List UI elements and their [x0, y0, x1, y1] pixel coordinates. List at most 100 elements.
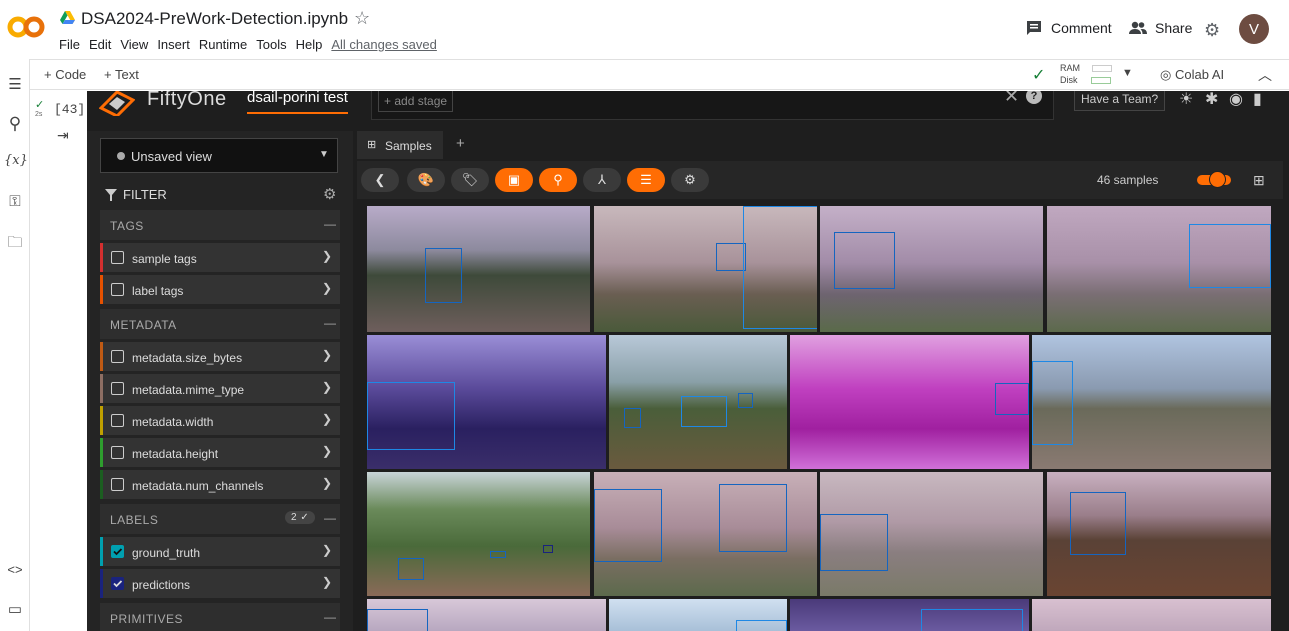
sample-tile[interactable]	[367, 206, 590, 332]
settings-gear-icon[interactable]: ⚙	[671, 168, 709, 192]
add-code-button[interactable]: + Code	[44, 67, 86, 82]
slack-icon[interactable]: ✱	[1205, 91, 1218, 109]
key-icon[interactable]: ⚿	[4, 193, 26, 210]
add-panel-plus-icon[interactable]: +	[456, 135, 465, 152]
add-text-button[interactable]: + Text	[104, 67, 139, 82]
cell-exec-count[interactable]: [43]	[54, 102, 85, 117]
fiftyone-logo[interactable]	[99, 91, 135, 116]
chevron-down-icon[interactable]: ❯	[322, 281, 332, 295]
view-bar[interactable]: + add stage ✕ ?	[371, 91, 1054, 120]
chevron-down-icon[interactable]: ❯	[322, 444, 332, 458]
sample-tile[interactable]	[367, 335, 606, 469]
checkbox-checked[interactable]	[111, 577, 124, 590]
terminal-icon[interactable]: ▭	[4, 600, 26, 618]
sample-tile[interactable]	[790, 599, 1029, 631]
group-primitives[interactable]: PRIMITIVES —	[100, 603, 340, 631]
tab-samples[interactable]: ⊞ Samples	[357, 131, 443, 159]
labels-count-badge[interactable]: 2 ✓	[285, 511, 316, 524]
checkbox[interactable]	[111, 414, 124, 427]
checkbox[interactable]	[111, 251, 124, 264]
colab-ai-button[interactable]: ◎ Colab AI	[1160, 67, 1224, 83]
colab-logo[interactable]	[7, 15, 45, 39]
group-metadata[interactable]: METADATA —	[100, 309, 340, 339]
field-row-width[interactable]: metadata.width ❯	[100, 406, 340, 435]
sample-tile[interactable]	[820, 472, 1043, 596]
menu-runtime[interactable]: Runtime	[199, 37, 247, 52]
runtime-dropdown-icon[interactable]: ▼	[1122, 67, 1133, 79]
merge-split-icon[interactable]: ⅄	[583, 168, 621, 192]
sort-list-icon[interactable]: ☰	[627, 168, 665, 192]
have-a-team-button[interactable]: Have a Team?	[1074, 91, 1166, 111]
field-row-sample-tags[interactable]: sample tags ❯	[100, 243, 340, 272]
checkbox[interactable]	[111, 283, 124, 296]
ram-disk-indicator[interactable]: RAM Disk	[1060, 62, 1112, 86]
filter-settings-gear-icon[interactable]: ⚙	[323, 185, 336, 203]
settings-gear-icon[interactable]: ⚙	[1204, 20, 1220, 41]
github-icon[interactable]: ◉	[1229, 91, 1243, 109]
chevron-down-icon[interactable]: ❯	[322, 348, 332, 362]
collapse-chevron-icon[interactable]: ︿	[1258, 65, 1272, 85]
field-row-mime-type[interactable]: metadata.mime_type ❯	[100, 374, 340, 403]
checkbox[interactable]	[111, 382, 124, 395]
field-row-num-channels[interactable]: metadata.num_channels ❯	[100, 470, 340, 499]
sample-tile[interactable]	[367, 599, 606, 631]
help-icon[interactable]: ?	[1026, 91, 1042, 104]
sample-tile[interactable]	[790, 335, 1029, 469]
code-snippets-icon[interactable]: <>	[4, 562, 26, 577]
sample-tile[interactable]	[1047, 206, 1271, 332]
slider-knob[interactable]	[1209, 171, 1226, 188]
clear-view-close-icon[interactable]: ✕	[1004, 91, 1019, 107]
field-row-predictions[interactable]: predictions ❯	[100, 569, 340, 598]
chevron-down-icon[interactable]: ❯	[322, 412, 332, 426]
group-labels[interactable]: LABELS 2 ✓ —	[100, 504, 340, 534]
sample-tile[interactable]	[820, 206, 1043, 332]
checkbox[interactable]	[111, 446, 124, 459]
save-status[interactable]: All changes saved	[331, 37, 437, 52]
sample-tile[interactable]	[609, 599, 787, 631]
chevron-down-icon[interactable]: ❯	[322, 380, 332, 394]
toc-icon[interactable]: ☰	[4, 75, 26, 93]
chevron-down-icon[interactable]: ❯	[322, 575, 332, 589]
search-icon[interactable]: ⚲	[4, 114, 26, 134]
checkbox[interactable]	[111, 350, 124, 363]
group-tags[interactable]: TAGS —	[100, 210, 340, 240]
menu-view[interactable]: View	[120, 37, 148, 52]
theme-sun-icon[interactable]: ☀	[1179, 91, 1193, 109]
sample-tile[interactable]	[1032, 599, 1271, 631]
patches-icon[interactable]: ▣	[495, 168, 533, 192]
field-row-label-tags[interactable]: label tags ❯	[100, 275, 340, 304]
comment-button[interactable]: Comment	[1026, 20, 1112, 36]
field-row-height[interactable]: metadata.height ❯	[100, 438, 340, 467]
field-row-size-bytes[interactable]: metadata.size_bytes ❯	[100, 342, 340, 371]
sample-tile[interactable]	[1032, 335, 1271, 469]
folder-icon[interactable]: 🗀	[4, 232, 26, 257]
checkbox[interactable]	[111, 478, 124, 491]
dataset-name[interactable]: dsail-porini test	[247, 91, 348, 114]
menu-edit[interactable]: Edit	[89, 37, 111, 52]
collapse-dash-icon[interactable]: —	[324, 217, 337, 231]
grid-view-icon[interactable]: ⊞	[1253, 172, 1265, 189]
google-drive-icon[interactable]	[60, 11, 75, 25]
sample-tile[interactable]	[1047, 472, 1271, 596]
share-button[interactable]: Share	[1129, 20, 1192, 36]
star-icon[interactable]: ☆	[354, 8, 370, 29]
sample-tile[interactable]	[594, 206, 817, 332]
chevron-down-icon[interactable]: ❯	[322, 476, 332, 490]
output-toggle-icon[interactable]: ⇥	[57, 127, 69, 144]
notebook-title[interactable]: DSA2024-PreWork-Detection.ipynb	[81, 9, 348, 29]
color-palette-icon[interactable]: 🎨	[407, 168, 445, 192]
menu-tools[interactable]: Tools	[256, 37, 286, 52]
sample-tile[interactable]	[609, 335, 787, 469]
collapse-dash-icon[interactable]: —	[324, 610, 337, 624]
avatar[interactable]: V	[1239, 14, 1269, 44]
chevron-down-icon[interactable]: ❯	[322, 249, 332, 263]
variables-icon[interactable]: {x}	[4, 153, 28, 168]
checkbox-checked[interactable]	[111, 545, 124, 558]
docs-book-icon[interactable]: ▮	[1253, 91, 1262, 109]
sample-tile[interactable]	[594, 472, 817, 596]
sample-tile[interactable]	[367, 472, 590, 596]
tag-icon[interactable]: 🏷	[451, 168, 489, 192]
field-row-ground-truth[interactable]: ground_truth ❯	[100, 537, 340, 566]
menu-help[interactable]: Help	[296, 37, 323, 52]
saved-view-select[interactable]: Unsaved view ▼	[100, 138, 338, 173]
